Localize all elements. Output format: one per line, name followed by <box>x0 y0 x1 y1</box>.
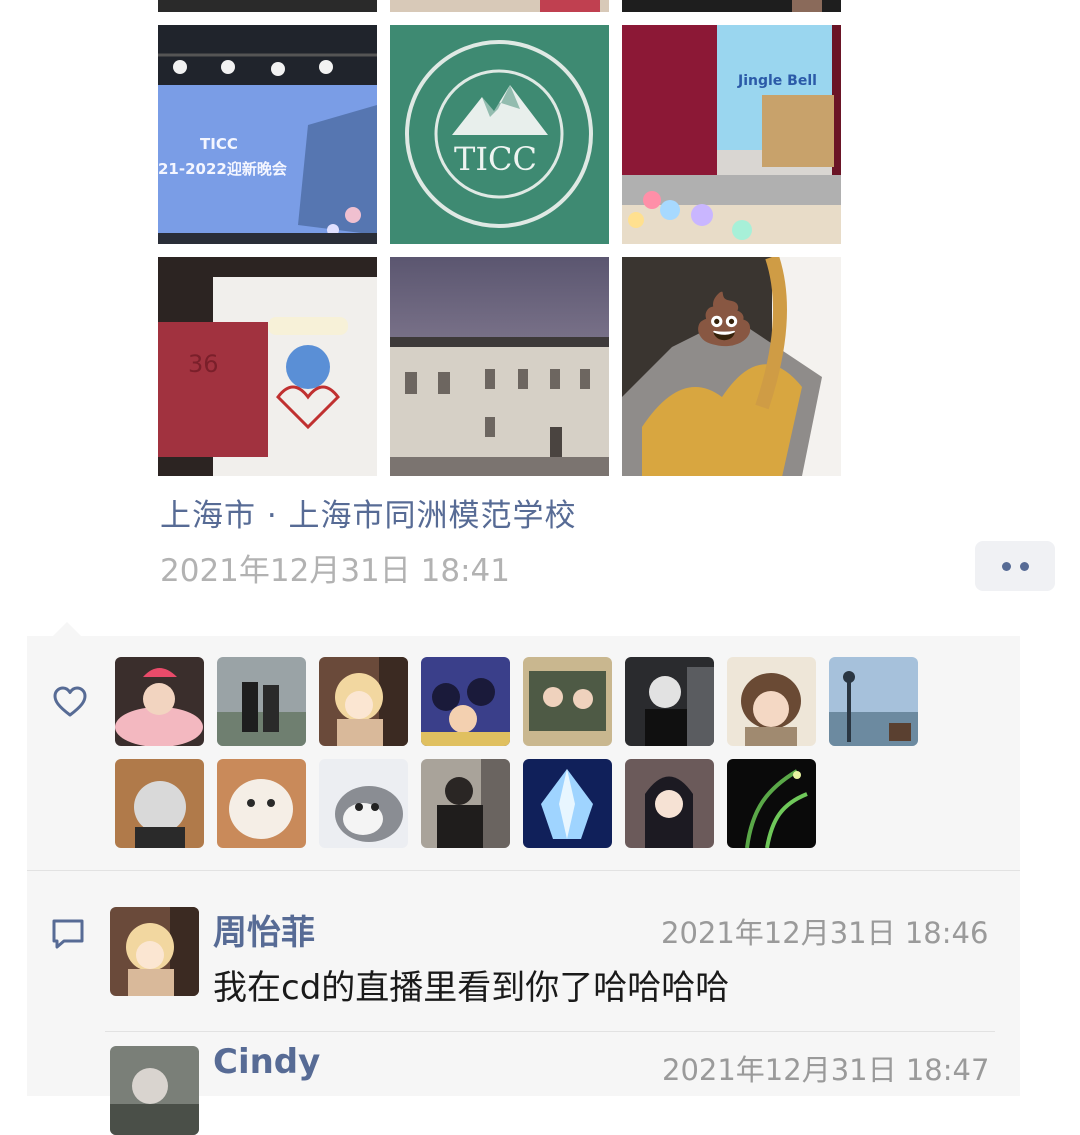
photo-top-partial-1[interactable] <box>158 0 377 12</box>
photo-ticc-logo-carpet[interactable] <box>390 25 609 244</box>
like-avatar[interactable] <box>625 657 714 746</box>
panel-divider <box>27 870 1020 871</box>
comment-avatar[interactable] <box>110 1046 199 1135</box>
photo-building-dusk[interactable] <box>390 257 609 476</box>
comment-icon <box>50 917 86 951</box>
like-avatar[interactable] <box>217 759 306 848</box>
photo-top-partial-2[interactable] <box>390 0 609 12</box>
like-avatar[interactable] <box>523 759 612 848</box>
photo-top-partial-3[interactable] <box>622 0 841 12</box>
like-avatar[interactable] <box>319 759 408 848</box>
comment-divider <box>105 1031 995 1032</box>
more-actions-button[interactable] <box>975 541 1055 591</box>
like-avatar[interactable] <box>421 759 510 848</box>
post-location[interactable]: 上海市 · 上海市同洲模范学校 <box>160 490 577 535</box>
dot-icon <box>1019 561 1029 571</box>
comment-time: 2021年12月31日 18:46 <box>661 916 989 950</box>
jingle-bell-text: Jingle Bell <box>738 73 817 89</box>
comment-text: 我在cd的直播里看到你了哈哈哈哈 <box>213 968 730 1008</box>
like-avatar[interactable] <box>625 759 714 848</box>
post-time: 2021年12月31日 18:41 <box>160 553 510 589</box>
like-avatar[interactable] <box>523 657 612 746</box>
like-avatar[interactable] <box>727 759 816 848</box>
photo-stage-screen[interactable] <box>158 25 377 244</box>
stage-screen-text-2: 21-2022迎新晚会 <box>158 160 287 178</box>
like-avatar[interactable] <box>115 657 204 746</box>
panel-caret <box>52 622 82 637</box>
like-avatar[interactable] <box>421 657 510 746</box>
comment-avatar[interactable] <box>110 907 199 996</box>
ticc-logo-center-text: TICC <box>454 140 537 178</box>
photo-jingle-bell-stage[interactable] <box>622 25 841 244</box>
like-avatar[interactable] <box>319 657 408 746</box>
comment-author[interactable]: Cindy <box>213 1042 320 1082</box>
drawing-card-number: 36 <box>188 350 219 378</box>
like-avatar[interactable] <box>829 657 918 746</box>
heart-icon <box>52 684 88 720</box>
stage-screen-text-1: TICC <box>200 135 238 153</box>
like-avatar[interactable] <box>727 657 816 746</box>
like-avatar[interactable] <box>115 759 204 848</box>
poop-emoji: 💩 <box>693 290 756 348</box>
like-avatar[interactable] <box>217 657 306 746</box>
dot-icon <box>1001 561 1011 571</box>
comment-author[interactable]: 周怡菲 <box>213 905 315 954</box>
comment-time: 2021年12月31日 18:47 <box>662 1053 990 1087</box>
